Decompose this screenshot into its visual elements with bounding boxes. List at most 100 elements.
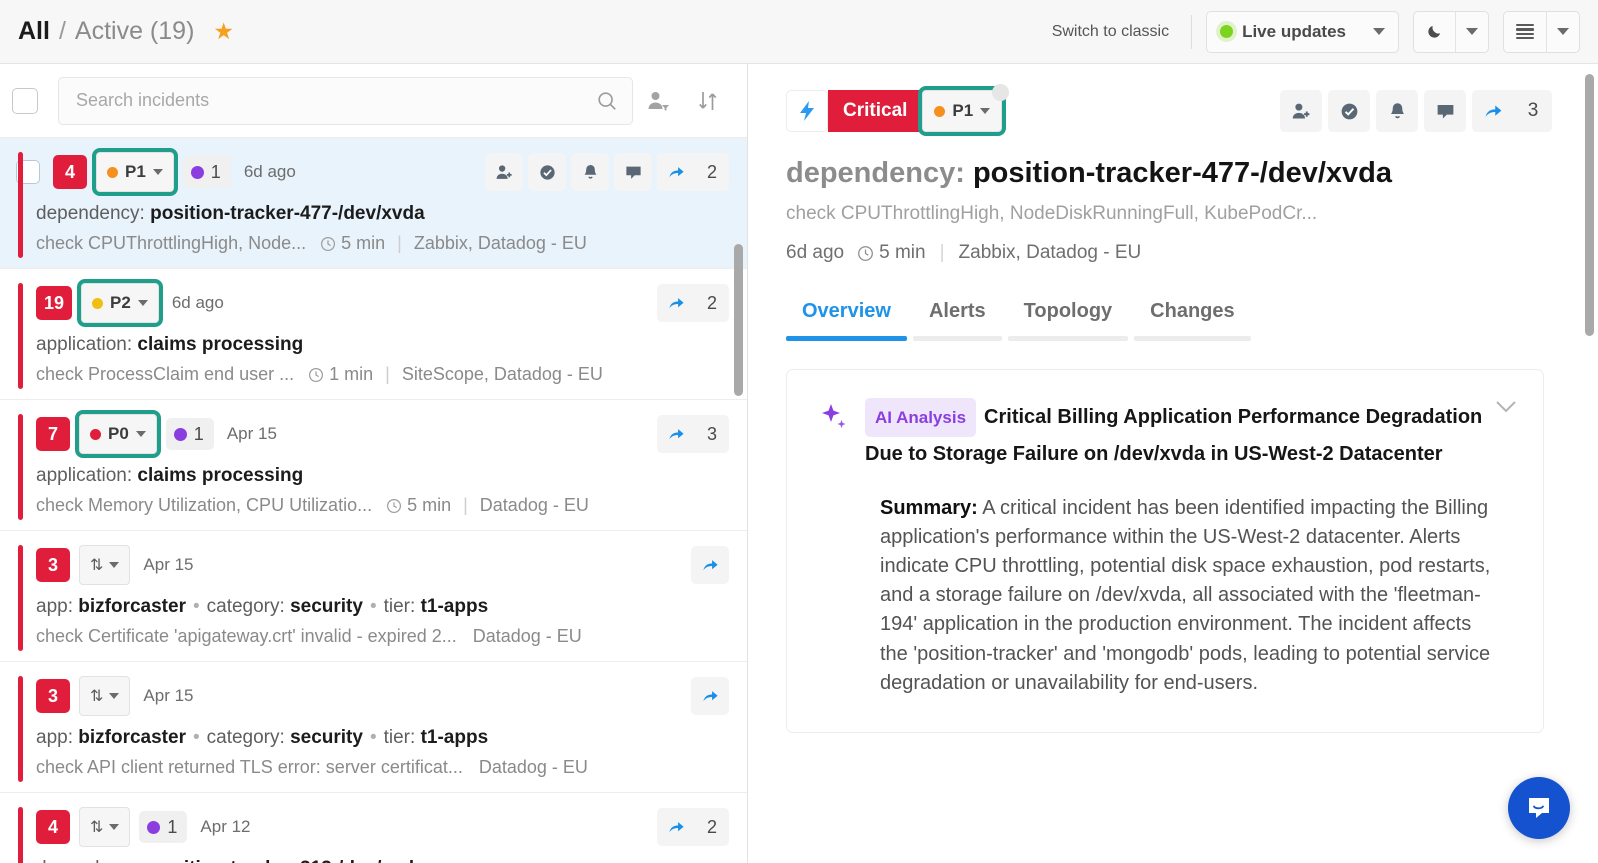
row-title: application: claims processing (36, 334, 729, 356)
row-title-main: bizforcaster (78, 596, 186, 617)
priority-selector[interactable]: ⇅ (79, 545, 130, 585)
chevron-down-icon (109, 562, 119, 568)
incident-row[interactable]: 4 P1 1 6d ago 2 dependency: (0, 138, 747, 269)
breadcrumb-active[interactable]: Active (19) (75, 17, 194, 46)
list-scrollbar-thumb[interactable] (734, 244, 743, 396)
row-title-prefix: dependency: (36, 858, 145, 863)
priority-dot (934, 106, 945, 117)
detail-duration: 5 min (857, 242, 925, 264)
row-title-main: position-tracker-477-/dev/xvda (150, 203, 425, 224)
live-updates-group: Live updates (1206, 11, 1399, 53)
lightning-button[interactable] (786, 90, 828, 132)
chat-launcher-button[interactable] (1508, 777, 1570, 839)
row-action-share[interactable] (657, 808, 695, 846)
row-alert-count-badge: 4 (53, 155, 87, 189)
tab-topology[interactable]: Topology (1008, 300, 1129, 341)
row-share-count[interactable]: 3 (695, 415, 729, 453)
live-updates-button[interactable]: Live updates (1207, 12, 1360, 52)
row-action-bell[interactable] (571, 153, 609, 191)
ai-collapse-button[interactable] (1495, 400, 1517, 419)
row-action-add-user[interactable] (485, 153, 523, 191)
priority-selector[interactable]: P2 (81, 283, 159, 323)
theme-dropdown[interactable] (1456, 12, 1488, 52)
switch-to-classic-button[interactable]: Switch to classic (1030, 23, 1191, 41)
detail-priority-wrap: P1 (922, 90, 1002, 132)
row-action-share[interactable] (657, 415, 695, 453)
detail-action-bell[interactable] (1376, 90, 1418, 132)
priority-selector[interactable]: P0 (79, 414, 157, 454)
incident-row[interactable]: 3 ⇅ Apr 15 app: bizforcaster•category: s… (0, 662, 747, 793)
priority-wrap: P2 (81, 283, 159, 323)
chevron-down-icon (1466, 28, 1478, 35)
priority-wrap: ⇅ (79, 807, 130, 847)
sort-button[interactable] (683, 89, 733, 113)
row-action-share[interactable] (657, 284, 695, 322)
detail-action-acknowledge[interactable] (1328, 90, 1370, 132)
select-all-checkbox[interactable] (12, 88, 38, 114)
incident-row[interactable]: 3 ⇅ Apr 15 app: bizforcaster•category: s… (0, 531, 747, 662)
theme-toggle-button[interactable] (1414, 12, 1455, 52)
assignee-filter-button[interactable] (633, 89, 683, 113)
tab-changes[interactable]: Changes (1134, 300, 1250, 341)
detail-action-add-user[interactable] (1280, 90, 1322, 132)
detail-duration-text: 5 min (879, 242, 925, 264)
row-title: app: bizforcaster•category: security•tie… (36, 596, 729, 618)
top-bar: All / Active (19) ★ Switch to classic Li… (0, 0, 1598, 64)
incident-row[interactable]: 19 P2 6d ago 2 application: claims proce… (0, 269, 747, 400)
incident-row[interactable]: 7 P0 1 Apr 15 3 application (0, 400, 747, 531)
priority-wrap: ⇅ (79, 676, 130, 716)
incident-row[interactable]: 4 ⇅ 1 Apr 12 2 dependency: position-trac… (0, 793, 747, 863)
alert-dot (191, 166, 204, 179)
share-icon (701, 556, 720, 575)
detail-scrollbar-thumb[interactable] (1585, 74, 1594, 336)
row-source: SiteScope, Datadog - EU (402, 364, 603, 385)
lightning-icon (797, 100, 817, 122)
priority-dot (90, 429, 101, 440)
search-input[interactable] (76, 90, 596, 111)
search-icon[interactable] (596, 90, 618, 112)
row-duration: 5 min (386, 495, 451, 516)
row-share-count[interactable]: 2 (695, 284, 729, 322)
row-header: 3 ⇅ Apr 15 (36, 543, 729, 587)
row-alert-count-badge: 3 (36, 679, 70, 713)
search-box[interactable] (58, 77, 633, 125)
sparkle-icon (819, 402, 851, 439)
tab-overview[interactable]: Overview (786, 300, 907, 341)
row-share-count[interactable]: 2 (695, 808, 729, 846)
alert-count-pill: 1 (139, 811, 187, 843)
tag-separator: • (193, 727, 200, 748)
priority-selector[interactable]: ⇅ (79, 807, 130, 847)
row-timestamp: Apr 15 (227, 424, 277, 444)
row-action-comment[interactable] (614, 153, 652, 191)
row-share-count[interactable]: 2 (695, 153, 729, 191)
priority-selector[interactable]: P1 (96, 152, 174, 192)
star-icon[interactable]: ★ (213, 20, 234, 43)
priority-selector[interactable]: ⇅ (79, 676, 130, 716)
user-filter-icon (646, 89, 670, 113)
severity-bar (18, 414, 23, 520)
detail-action-comment[interactable] (1424, 90, 1466, 132)
view-menu-dropdown[interactable] (1547, 12, 1579, 52)
row-action-share[interactable] (691, 677, 729, 715)
live-updates-dropdown[interactable] (1360, 12, 1398, 52)
tab-underline (1134, 336, 1250, 341)
divider: | (397, 233, 402, 254)
sort-icon (697, 89, 719, 113)
tab-alerts[interactable]: Alerts (913, 300, 1002, 341)
incident-list-panel: 4 P1 1 6d ago 2 dependency: (0, 64, 748, 863)
breadcrumb-root[interactable]: All (18, 17, 50, 46)
ai-analysis-header: AI AnalysisCritical Billing Application … (819, 398, 1513, 472)
row-action-share[interactable] (657, 153, 695, 191)
row-action-share[interactable] (691, 546, 729, 584)
acknowledge-icon (538, 163, 557, 182)
detail-priority-selector[interactable]: P1 (922, 90, 1002, 132)
detail-action-share[interactable] (1472, 90, 1514, 132)
incident-list[interactable]: 4 P1 1 6d ago 2 dependency: (0, 138, 747, 863)
detail-check-text: check CPUThrottlingHigh, NodeDiskRunning… (786, 203, 1552, 225)
view-menu-button[interactable] (1504, 12, 1546, 52)
detail-share-count[interactable]: 3 (1514, 90, 1552, 132)
row-action-acknowledge[interactable] (528, 153, 566, 191)
priority-label: P1 (125, 162, 146, 182)
app-root: All / Active (19) ★ Switch to classic Li… (0, 0, 1598, 863)
detail-actions: 3 (1274, 90, 1552, 132)
